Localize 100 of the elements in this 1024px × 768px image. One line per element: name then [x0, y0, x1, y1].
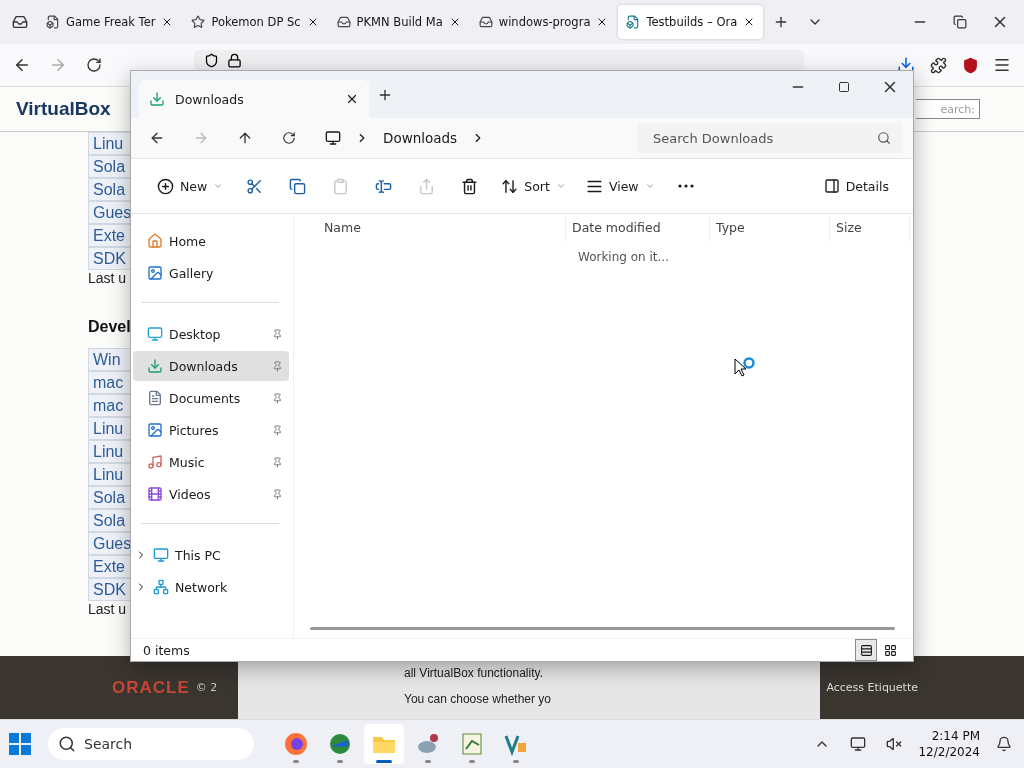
view-button[interactable]: View — [575, 170, 665, 202]
video-icon — [147, 486, 163, 502]
download-link[interactable]: Win — [88, 348, 130, 371]
lock-icon — [227, 52, 242, 68]
download-link[interactable]: Gues — [88, 532, 130, 555]
download-link[interactable]: Sola — [88, 486, 130, 509]
download-link[interactable]: Gues — [88, 201, 130, 224]
notification-icon[interactable] — [996, 736, 1012, 752]
page-icon — [46, 15, 60, 29]
nav-item[interactable]: Network — [133, 572, 289, 602]
sort-button[interactable]: Sort — [491, 170, 576, 202]
browser-tab[interactable]: Game Freak Ter — [38, 5, 182, 39]
download-link[interactable]: Sola — [88, 509, 130, 532]
share-icon — [418, 177, 436, 195]
download-link[interactable]: Linu — [88, 132, 130, 155]
desktop-icon — [147, 326, 163, 342]
browser-tab[interactable]: Pokemon DP Sc — [183, 5, 327, 39]
grid-icon — [883, 643, 897, 657]
details-button[interactable]: Details — [813, 170, 899, 202]
nav-item[interactable]: Documents — [133, 383, 289, 413]
explorer-tab[interactable]: Downloads — [139, 80, 369, 118]
download-link[interactable]: Linu — [88, 417, 130, 440]
download-link[interactable]: mac — [88, 394, 130, 417]
nav-item[interactable]: Downloads — [133, 351, 289, 381]
nav-item[interactable]: Pictures — [133, 415, 289, 445]
download-link[interactable]: mac — [88, 371, 130, 394]
download-link[interactable]: Sola — [88, 155, 130, 178]
close-icon[interactable] — [345, 92, 359, 106]
download-link[interactable]: SDK — [88, 578, 130, 601]
home-icon — [147, 233, 163, 249]
maximize-icon[interactable] — [838, 81, 850, 93]
browser-tab[interactable]: PKMN Build Ma — [328, 5, 469, 39]
busy-cursor-icon — [734, 356, 756, 378]
updated-note: Last u — [88, 270, 127, 288]
footer-link[interactable]: Access Etiquette — [826, 681, 918, 694]
tab-list-icon[interactable] — [12, 14, 28, 30]
puzzle-icon[interactable] — [929, 56, 947, 74]
more-icon — [677, 184, 694, 188]
download-link[interactable]: Linu — [88, 463, 130, 486]
music-icon — [147, 454, 163, 470]
refresh-icon[interactable] — [282, 131, 296, 145]
back-icon[interactable] — [149, 130, 165, 146]
archive-icon — [478, 15, 493, 29]
mute-icon[interactable] — [886, 736, 903, 752]
nav-item[interactable]: Home — [133, 226, 289, 256]
trash-icon — [461, 177, 479, 195]
copy-icon — [289, 177, 307, 195]
notepad-icon — [459, 731, 485, 757]
details-view-button[interactable] — [855, 639, 877, 661]
browser-tab[interactable]: Testbuilds – Ora — [618, 5, 764, 39]
nav-item[interactable]: This PC — [133, 540, 289, 570]
column-header[interactable]: Size — [830, 214, 910, 242]
monitor-icon[interactable] — [850, 736, 867, 752]
restore-icon[interactable] — [953, 15, 967, 29]
caret-icon — [555, 181, 566, 191]
site-logo[interactable]: VirtualBox — [16, 98, 111, 120]
search-icon — [58, 735, 76, 753]
sort-icon — [501, 177, 519, 195]
download-link[interactable]: SDK — [88, 247, 130, 270]
plus-icon — [157, 177, 174, 195]
menu-icon[interactable] — [993, 56, 1011, 74]
search-field[interactable]: Search Downloads — [637, 123, 903, 153]
download-link[interactable]: Exte — [88, 224, 130, 247]
copyright-text: © 2 — [195, 681, 218, 694]
globe-icon — [327, 731, 353, 757]
nav-item[interactable]: Videos — [133, 479, 289, 509]
clipboard-icon — [332, 177, 350, 195]
back-icon[interactable] — [13, 56, 31, 74]
column-header[interactable]: Date modified — [566, 214, 710, 242]
panel-icon — [823, 178, 840, 194]
clock[interactable]: 2:14 PM 12/2/2024 — [918, 729, 980, 759]
nav-item[interactable]: Desktop — [133, 319, 289, 349]
start-button[interactable] — [8, 732, 32, 756]
up-icon[interactable] — [237, 130, 253, 146]
shield-icon — [204, 52, 219, 68]
rename-icon — [375, 177, 393, 195]
search-icon — [877, 131, 891, 145]
firefox-icon — [283, 731, 309, 757]
column-header[interactable]: Name — [318, 214, 566, 242]
page-icon — [626, 15, 641, 29]
new-button[interactable]: New — [147, 170, 234, 202]
shield-icon[interactable] — [961, 56, 979, 74]
taskbar-app[interactable] — [364, 724, 404, 764]
download-link[interactable]: Exte — [88, 555, 130, 578]
monitor-icon[interactable] — [325, 130, 341, 146]
download-icon — [149, 91, 165, 107]
download-link[interactable]: Linu — [88, 440, 130, 463]
nav-item[interactable]: Gallery — [133, 258, 289, 288]
taskbar-search[interactable]: Search — [48, 728, 254, 760]
picture-icon — [147, 422, 163, 438]
breadcrumb-item[interactable]: Downloads — [383, 130, 458, 146]
column-header[interactable]: Type — [710, 214, 830, 242]
reload-icon[interactable] — [86, 57, 102, 73]
item-count: 0 items — [143, 642, 190, 658]
browser-tab[interactable]: windows-progra — [470, 5, 617, 39]
download-link[interactable]: Sola — [88, 178, 130, 201]
document-icon — [147, 390, 163, 406]
download-icon — [147, 358, 163, 374]
computer-icon — [153, 547, 169, 563]
nav-item[interactable]: Music — [133, 447, 289, 477]
